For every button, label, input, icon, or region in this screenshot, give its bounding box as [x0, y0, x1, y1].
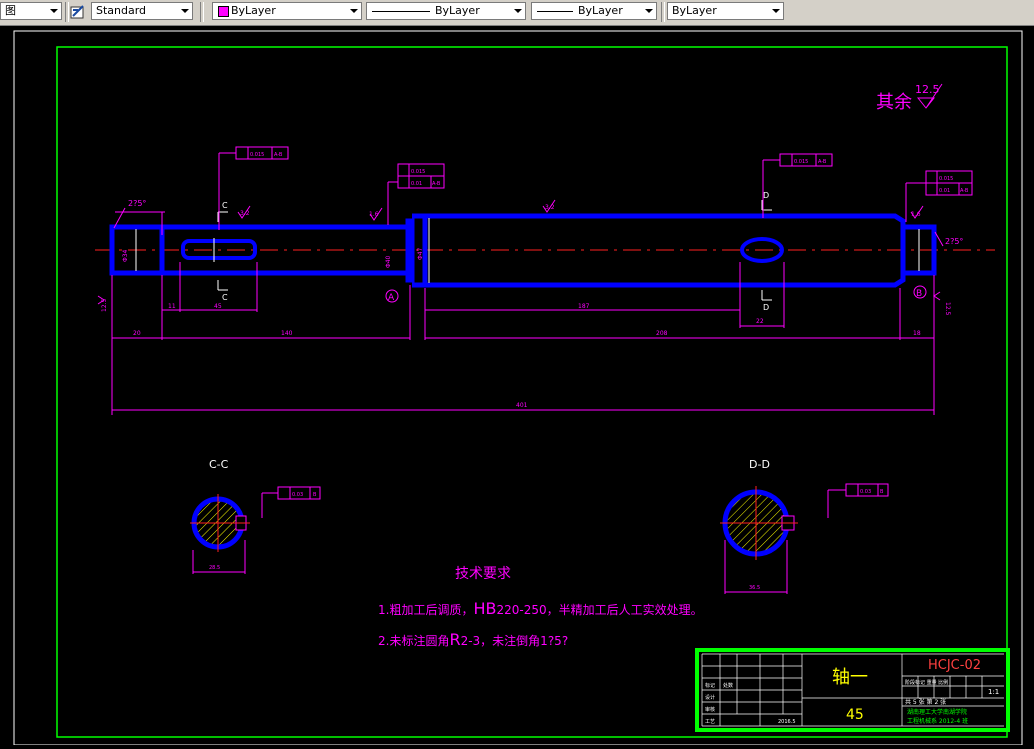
dim-22: 22 — [756, 318, 764, 325]
tol-4b-value: 0.01 — [939, 188, 950, 194]
tol-cc-ref: B — [313, 492, 317, 498]
lineweight-combo[interactable]: ByLayer — [531, 2, 657, 20]
tol-3b-value: 0.01 — [411, 181, 422, 187]
tech-line-2-r: R — [449, 630, 460, 649]
lineweight-value: ByLayer — [578, 4, 623, 17]
row-label-0: 标记 — [705, 682, 715, 689]
linetype-combo[interactable]: ByLayer — [366, 2, 526, 20]
sheet-info: 共 5 张 第 2 张 — [905, 698, 946, 706]
tol-2-ref: A-B — [818, 159, 827, 165]
section-mark-d-top: D — [763, 191, 769, 200]
color-swatch — [218, 6, 229, 17]
rough-label-4: 1.6 — [911, 211, 921, 218]
chevron-down-icon[interactable] — [772, 9, 780, 13]
layer-combo-value: 图 — [5, 4, 16, 17]
chamfer-right: 2?5° — [945, 237, 963, 246]
plot-style-value: ByLayer — [672, 4, 717, 17]
tech-requirements-title: 技术要求 — [455, 566, 511, 582]
toolbar-separator — [200, 2, 204, 22]
rough-label-1: 3.2 — [240, 210, 250, 217]
material: 45 — [846, 707, 864, 723]
section-mark-d-bottom: D — [763, 303, 769, 312]
title-block-date: 2016.5 — [778, 719, 796, 725]
tol-1-value: 0.015 — [250, 152, 264, 158]
datum-a-label: A — [388, 293, 395, 303]
row-label-2: 设计 — [705, 694, 715, 701]
dim-11: 11 — [168, 303, 176, 310]
rough-label-3: 3.2 — [545, 204, 555, 211]
row-label-4: 工艺 — [705, 719, 715, 725]
title-block-col-head: 阶段标记 重量 比例 — [905, 679, 948, 686]
dim-140: 140 — [281, 330, 293, 337]
section-mark-c-top: C — [222, 201, 228, 210]
tech-line-1-pre: 1.粗加工后调质， — [378, 603, 473, 617]
row-label-3: 审核 — [705, 706, 715, 713]
tol-dd-ref: B — [880, 489, 884, 495]
diam-journal: Φ40 — [385, 255, 392, 268]
surface-finish-note: 其余 — [876, 92, 912, 113]
tol-cc-value: 0.03 — [292, 492, 303, 498]
tech-line-2-pre: 2.未标注圆角 — [378, 633, 449, 648]
school-line-1: 湖南理工大学南湖学院 — [907, 708, 967, 716]
tol-4a-value: 0.015 — [939, 176, 953, 182]
section-dd-title: D-D — [749, 458, 770, 471]
rough-label-6: 12.5 — [944, 302, 951, 316]
part-name: 轴一 — [832, 667, 868, 688]
linetype-value: ByLayer — [435, 4, 480, 17]
dim-208: 208 — [656, 330, 668, 337]
tol-4-ref: A-B — [960, 188, 969, 194]
tol-3a-value: 0.015 — [411, 169, 425, 175]
drawing-canvas[interactable]: 其余 12.5 20 11 45 140 187 22 208 18 401 Φ… — [0, 26, 1034, 746]
dim-18: 18 — [913, 330, 921, 337]
section-cc-title: C-C — [209, 458, 229, 471]
scale: 1:1 — [988, 688, 999, 696]
text-style-combo[interactable]: Standard — [91, 2, 193, 20]
properties-toolbar: 图 Standard ByLayer ByLayer ByLayer ByLay… — [0, 0, 1034, 26]
tech-line-1-hb: HB — [473, 599, 496, 618]
diam-main: Φ47 — [417, 247, 424, 260]
text-style-icon[interactable] — [70, 4, 86, 20]
chevron-down-icon[interactable] — [350, 9, 358, 13]
tol-1-ref: A-B — [274, 152, 283, 158]
tol-3-ref: A-B — [432, 181, 441, 187]
tech-line-1: 1.粗加工后调质，HB220-250，半精加工后人工实效处理。 — [378, 599, 703, 618]
tol-dd-value: 0.03 — [860, 489, 871, 495]
section-mark-c-bottom: C — [222, 293, 228, 302]
toolbar-separator — [661, 2, 665, 22]
chevron-down-icon[interactable] — [181, 9, 189, 13]
dim-cc-width: 28.5 — [209, 565, 220, 571]
lineweight-preview — [537, 11, 573, 12]
dim-187: 187 — [578, 303, 590, 310]
tol-2-value: 0.015 — [794, 159, 808, 165]
color-combo[interactable]: ByLayer — [212, 2, 362, 20]
tech-line-2-post: 2-3，未注倒角1?5? — [461, 633, 569, 648]
dim-dd-width: 36.5 — [749, 585, 760, 591]
linetype-preview — [372, 11, 430, 12]
chamfer-left: 2?5° — [128, 199, 146, 208]
text-style-value: Standard — [96, 4, 147, 17]
school-line-2: 工程机械系 2012-4 班 — [907, 717, 968, 725]
row-label-1: 处数 — [723, 682, 733, 689]
dimension-texts: 20 11 45 140 187 22 208 18 401 — [133, 303, 921, 409]
chevron-down-icon[interactable] — [50, 9, 58, 13]
dim-401: 401 — [516, 402, 528, 409]
layer-combo[interactable]: 图 — [0, 2, 62, 20]
tech-line-2: 2.未标注圆角R2-3，未注倒角1?5? — [378, 630, 568, 649]
color-value: ByLayer — [231, 4, 276, 17]
rough-label-2: 1.6 — [369, 211, 379, 218]
drawing-svg[interactable]: 其余 12.5 20 11 45 140 187 22 208 18 401 Φ… — [0, 26, 1034, 746]
rough-label-5: 12.5 — [101, 298, 108, 312]
datum-b-label: B — [916, 289, 922, 299]
plot-style-combo[interactable]: ByLayer — [667, 2, 784, 20]
chevron-down-icon[interactable] — [645, 9, 653, 13]
tech-line-1-post: 220-250，半精加工后人工实效处理。 — [496, 602, 702, 617]
dim-45: 45 — [214, 303, 222, 310]
title-block: 轴一 45 HCJC-02 阶段标记 重量 比例 1:1 共 5 张 第 2 张… — [695, 648, 1010, 732]
drawing-number: HCJC-02 — [928, 658, 981, 673]
chevron-down-icon[interactable] — [514, 9, 522, 13]
dim-20: 20 — [133, 330, 141, 337]
diam-left: Φ34 — [122, 249, 129, 262]
toolbar-separator — [65, 2, 69, 22]
